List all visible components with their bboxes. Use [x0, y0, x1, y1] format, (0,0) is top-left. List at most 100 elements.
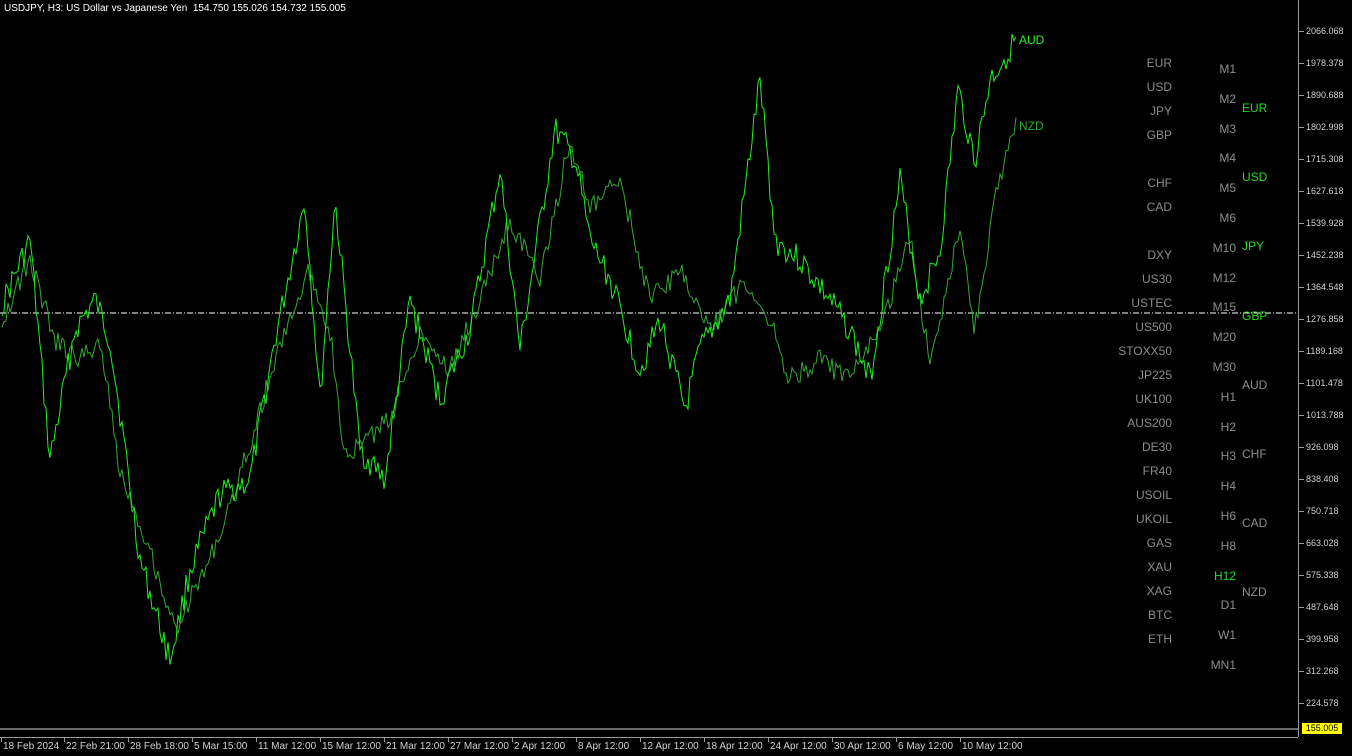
ohlc-values: 154.750 155.026 154.732 155.005 — [192, 3, 346, 14]
symbol-button-ukoil[interactable]: UKOIL — [1092, 512, 1172, 526]
symbol-button-jpy[interactable]: JPY — [1092, 104, 1172, 118]
time-tick — [320, 738, 321, 742]
timeframe-button-h12[interactable]: H12 — [1196, 569, 1236, 583]
timeframe-button-m15[interactable]: M15 — [1196, 300, 1236, 314]
currency-button-chf[interactable]: CHF — [1242, 447, 1282, 461]
time-label: 8 Apr 12:00 — [578, 741, 630, 752]
timeframe-button-h2[interactable]: H2 — [1196, 420, 1236, 434]
timeframe-button-m2[interactable]: M2 — [1196, 92, 1236, 106]
price-tick — [1299, 287, 1304, 288]
price-label: 1627.618 — [1306, 186, 1344, 196]
price-tick — [1299, 703, 1304, 704]
time-tick — [128, 738, 129, 742]
symbol-button-uk100[interactable]: UK100 — [1092, 392, 1172, 406]
currency-button-cad[interactable]: CAD — [1242, 516, 1282, 530]
symbol-button-eth[interactable]: ETH — [1092, 632, 1172, 646]
timeframe-button-h6[interactable]: H6 — [1196, 509, 1236, 523]
time-tick — [576, 738, 577, 742]
time-tick — [832, 738, 833, 742]
timeframe-button-m30[interactable]: M30 — [1196, 360, 1236, 374]
symbol-button-usoil[interactable]: USOIL — [1092, 488, 1172, 502]
price-tick — [1299, 511, 1304, 512]
timeframe-button-h3[interactable]: H3 — [1196, 449, 1236, 463]
price-label: 1452.238 — [1306, 250, 1344, 260]
symbol-button-xau[interactable]: XAU — [1092, 560, 1172, 574]
price-label: 1715.308 — [1306, 154, 1344, 164]
price-tick — [1299, 351, 1304, 352]
price-label: 1276.858 — [1306, 314, 1344, 324]
timeframe-button-h4[interactable]: H4 — [1196, 479, 1236, 493]
time-tick — [768, 738, 769, 742]
timeframe-button-m1[interactable]: M1 — [1196, 62, 1236, 76]
price-tick — [1299, 191, 1304, 192]
price-tick — [1299, 127, 1304, 128]
time-axis[interactable]: 18 Feb 2024 22 Feb 21:00 28 Feb 18:00 5 Mar… — [0, 737, 1298, 756]
timeframe-button-w1[interactable]: W1 — [1196, 628, 1236, 642]
currency-button-gbp[interactable]: GBP — [1242, 309, 1282, 323]
time-tick — [1, 738, 2, 742]
time-label: 30 Apr 12:00 — [834, 741, 891, 752]
symbol-description: US Dollar vs Japanese Yen — [66, 3, 188, 14]
price-tick — [1299, 159, 1304, 160]
symbol-button-aus200[interactable]: AUS200 — [1092, 416, 1172, 430]
time-label: 28 Feb 18:00 — [130, 741, 189, 752]
symbol-button-eur[interactable]: EUR — [1092, 56, 1172, 70]
price-tick — [1299, 575, 1304, 576]
timeframe-button-m12[interactable]: M12 — [1196, 271, 1236, 285]
symbol-button-gbp[interactable]: GBP — [1092, 128, 1172, 142]
symbol-button-cad[interactable]: CAD — [1092, 200, 1172, 214]
price-label: 838.408 — [1306, 474, 1339, 484]
chart-header: USDJPY, H3: US Dollar vs Japanese Yen 15… — [4, 3, 346, 14]
price-label: 487.648 — [1306, 602, 1339, 612]
price-label: 2066.068 — [1306, 26, 1344, 36]
timeframe-button-m5[interactable]: M5 — [1196, 181, 1236, 195]
time-label: 5 Mar 15:00 — [194, 741, 248, 752]
timeframe-button-m3[interactable]: M3 — [1196, 122, 1236, 136]
symbol-button-dxy[interactable]: DXY — [1092, 248, 1172, 262]
symbol-button-jp225[interactable]: JP225 — [1092, 368, 1172, 382]
price-label: 1189.168 — [1306, 346, 1343, 356]
time-label: 12 Apr 12:00 — [642, 741, 699, 752]
time-label: 18 Feb 2024 — [3, 741, 60, 752]
symbol-button-us30[interactable]: US30 — [1092, 272, 1172, 286]
time-tick — [448, 738, 449, 742]
currency-button-jpy[interactable]: JPY — [1242, 239, 1282, 253]
symbol-button-usd[interactable]: USD — [1092, 80, 1172, 94]
price-label: 663.028 — [1306, 538, 1339, 548]
price-tick — [1299, 447, 1304, 448]
chart-area[interactable]: USDJPY, H3: US Dollar vs Japanese Yen 15… — [0, 0, 1298, 737]
price-tick — [1299, 31, 1304, 32]
timeframe-button-m4[interactable]: M4 — [1196, 151, 1236, 165]
symbol-button-chf[interactable]: CHF — [1092, 176, 1172, 190]
timeframe-button-m6[interactable]: M6 — [1196, 211, 1236, 225]
time-tick — [512, 738, 513, 742]
price-tick — [1299, 543, 1304, 544]
symbol-button-stoxx50[interactable]: STOXX50 — [1092, 344, 1172, 358]
currency-button-aud[interactable]: AUD — [1242, 378, 1282, 392]
symbol-button-us500[interactable]: US500 — [1092, 320, 1172, 334]
currency-button-usd[interactable]: USD — [1242, 170, 1282, 184]
timeframe-button-m20[interactable]: M20 — [1196, 330, 1236, 344]
symbol-button-de30[interactable]: DE30 — [1092, 440, 1172, 454]
currency-button-nzd[interactable]: NZD — [1242, 585, 1282, 599]
price-axis[interactable]: 2066.068 1978.378 1890.688 1802.998 1715.308… — [1298, 0, 1352, 737]
price-label: 399.958 — [1306, 634, 1339, 644]
timeframe-button-mn1[interactable]: MN1 — [1196, 658, 1236, 672]
currency-button-eur[interactable]: EUR — [1242, 101, 1282, 115]
current-price-marker: 155.005 — [1302, 723, 1342, 734]
price-label: 750.718 — [1306, 506, 1339, 516]
symbol-button-fr40[interactable]: FR40 — [1092, 464, 1172, 478]
price-label: 1978.378 — [1306, 58, 1344, 68]
symbol-button-btc[interactable]: BTC — [1092, 608, 1172, 622]
symbol-button-xag[interactable]: XAG — [1092, 584, 1172, 598]
timeframe-button-d1[interactable]: D1 — [1196, 598, 1236, 612]
symbol-button-gas[interactable]: GAS — [1092, 536, 1172, 550]
symbol-button-ustec[interactable]: USTEC — [1092, 296, 1172, 310]
price-tick — [1299, 95, 1304, 96]
price-tick — [1299, 415, 1304, 416]
time-tick — [640, 738, 641, 742]
time-label: 21 Mar 12:00 — [386, 741, 445, 752]
timeframe-button-h1[interactable]: H1 — [1196, 390, 1236, 404]
timeframe-button-h8[interactable]: H8 — [1196, 539, 1236, 553]
timeframe-button-m10[interactable]: M10 — [1196, 241, 1236, 255]
